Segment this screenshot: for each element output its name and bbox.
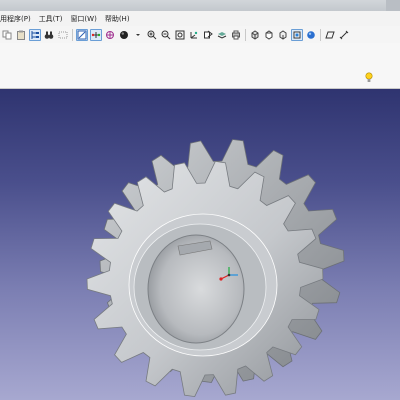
view-fit-icon[interactable] <box>76 28 88 41</box>
window-edge <box>386 0 400 11</box>
toolbar-separator <box>320 28 321 41</box>
copy-icon[interactable] <box>1 29 13 41</box>
sketch-icon[interactable] <box>324 29 336 41</box>
zoom-area-icon[interactable] <box>174 29 186 41</box>
3d-viewport[interactable] <box>0 89 400 400</box>
axis-icon[interactable] <box>188 29 200 41</box>
render-sphere-icon[interactable] <box>118 29 130 41</box>
print-icon[interactable] <box>230 29 242 41</box>
menu-help[interactable]: 帮助(H) <box>101 14 134 24</box>
toolbar-separator <box>72 28 73 41</box>
measure-icon[interactable] <box>338 29 350 41</box>
dropdown-icon[interactable] <box>132 29 144 41</box>
zoom-in-icon[interactable] <box>146 29 158 41</box>
paste-icon[interactable] <box>15 29 27 41</box>
front-view-icon[interactable] <box>263 29 275 41</box>
layers-icon[interactable] <box>216 29 228 41</box>
arrange-icon[interactable] <box>90 28 102 41</box>
lightbulb-icon[interactable] <box>365 72 373 84</box>
shaded-icon[interactable] <box>305 29 317 41</box>
iso-view-icon[interactable] <box>249 29 261 41</box>
title-strip <box>0 0 400 11</box>
dim-icon[interactable] <box>57 29 69 41</box>
menu-tools[interactable]: 工具(T) <box>35 14 67 24</box>
binoculars-icon[interactable] <box>43 29 55 41</box>
sprocket-model[interactable] <box>0 89 400 400</box>
grid-icon[interactable] <box>104 29 116 41</box>
command-panel <box>0 43 400 89</box>
menu-application[interactable]: 用程序(P) <box>0 14 35 24</box>
normal-view-icon[interactable] <box>202 29 214 41</box>
menu-bar: 用程序(P) 工具(T) 窗口(W) 帮助(H) <box>0 11 400 27</box>
zoom-out-icon[interactable] <box>160 29 172 41</box>
top-view-icon[interactable] <box>277 29 289 41</box>
main-toolbar <box>0 26 400 43</box>
box-view-icon[interactable] <box>291 28 303 41</box>
menu-window[interactable]: 窗口(W) <box>66 14 100 24</box>
toolbar-separator <box>245 28 246 41</box>
select-tree-icon[interactable] <box>29 28 41 41</box>
